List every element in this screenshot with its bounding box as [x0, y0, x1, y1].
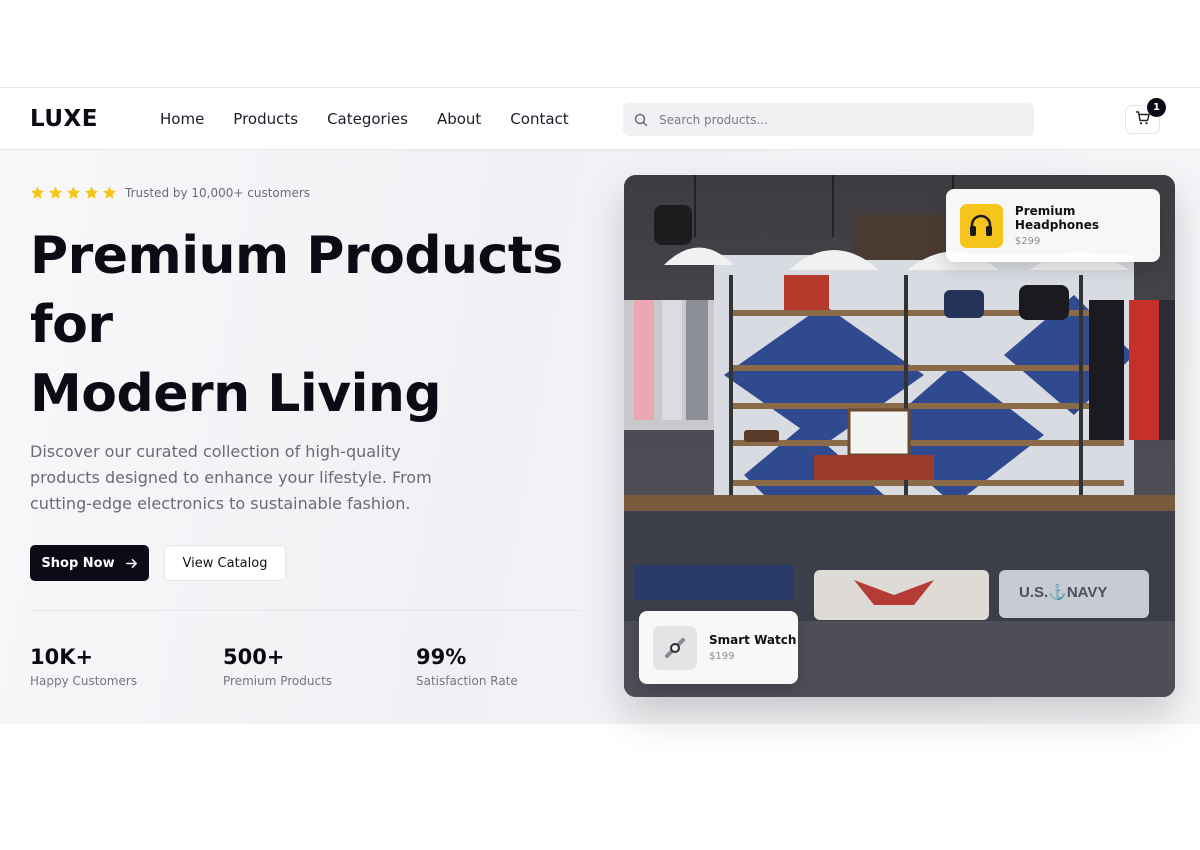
star-icon	[48, 186, 63, 199]
nav-home[interactable]: Home	[160, 110, 204, 128]
headphones-icon	[960, 203, 1003, 248]
stat-value: 10K+	[30, 645, 94, 669]
stats-divider	[30, 610, 580, 611]
view-catalog-button[interactable]: View Catalog	[164, 545, 286, 581]
headline-line: Premium Products	[30, 226, 563, 286]
stat-customers: 10K+ Happy Customers	[30, 645, 137, 688]
stat-products: 500+ Premium Products	[223, 645, 332, 688]
hero-description: Discover our curated collection of high-…	[30, 442, 432, 513]
stat-label: Happy Customers	[30, 674, 138, 688]
product-price: $299	[1014, 236, 1041, 247]
shop-now-label: Shop Now	[41, 555, 115, 571]
product-card-headphones[interactable]: Premium Headphones $299	[946, 189, 1160, 262]
nav-categories[interactable]: Categories	[327, 110, 408, 128]
brand-logo[interactable]: LUXE	[30, 106, 98, 132]
main-nav: Home Products Categories About Contact	[160, 110, 598, 128]
hero-store-image: U.S.⚓NAVY Premium Headphones $299 Smart …	[624, 175, 1175, 697]
star-icon	[66, 186, 81, 199]
star-icon	[84, 186, 99, 199]
product-price: $199	[709, 651, 735, 662]
arrow-right-icon	[125, 558, 137, 568]
watch-icon	[653, 625, 697, 670]
star-icon	[30, 186, 45, 199]
search-icon	[623, 103, 659, 136]
star-rating	[30, 185, 117, 200]
hero-headline: Premium Products for Modern Living	[30, 222, 590, 429]
stat-label: Satisfaction Rate	[416, 674, 518, 688]
product-card-smartwatch[interactable]: Smart Watch $199	[639, 611, 798, 684]
stat-label: Premium Products	[223, 674, 333, 688]
search-input[interactable]	[659, 112, 1009, 127]
shop-now-button[interactable]: Shop Now	[30, 545, 149, 581]
page: LUXE Home Products Categories About Cont…	[0, 87, 1200, 724]
stat-satisfaction: 99% Satisfaction Rate	[416, 645, 518, 688]
product-name: Premium Headphones	[1014, 204, 1099, 232]
cart-count-badge: 1	[1147, 98, 1166, 117]
stat-value: 500+	[223, 645, 285, 669]
search-bar	[623, 103, 1034, 136]
stat-value: 99%	[416, 645, 467, 669]
svg-text:U.S.⚓NAVY: U.S.⚓NAVY	[1019, 583, 1107, 601]
rating-row: Trusted by 10,000+ customers	[30, 185, 310, 200]
star-icon	[102, 186, 117, 199]
nav-about[interactable]: About	[437, 110, 481, 128]
product-name: Smart Watch	[709, 633, 797, 647]
nav-products[interactable]: Products	[233, 110, 298, 128]
headline-line: Modern Living	[30, 364, 442, 424]
site-header: LUXE Home Products Categories About Cont…	[0, 87, 1200, 150]
rating-text: Trusted by 10,000+ customers	[125, 185, 311, 200]
headline-line: for	[30, 295, 113, 355]
nav-contact[interactable]: Contact	[510, 110, 568, 128]
